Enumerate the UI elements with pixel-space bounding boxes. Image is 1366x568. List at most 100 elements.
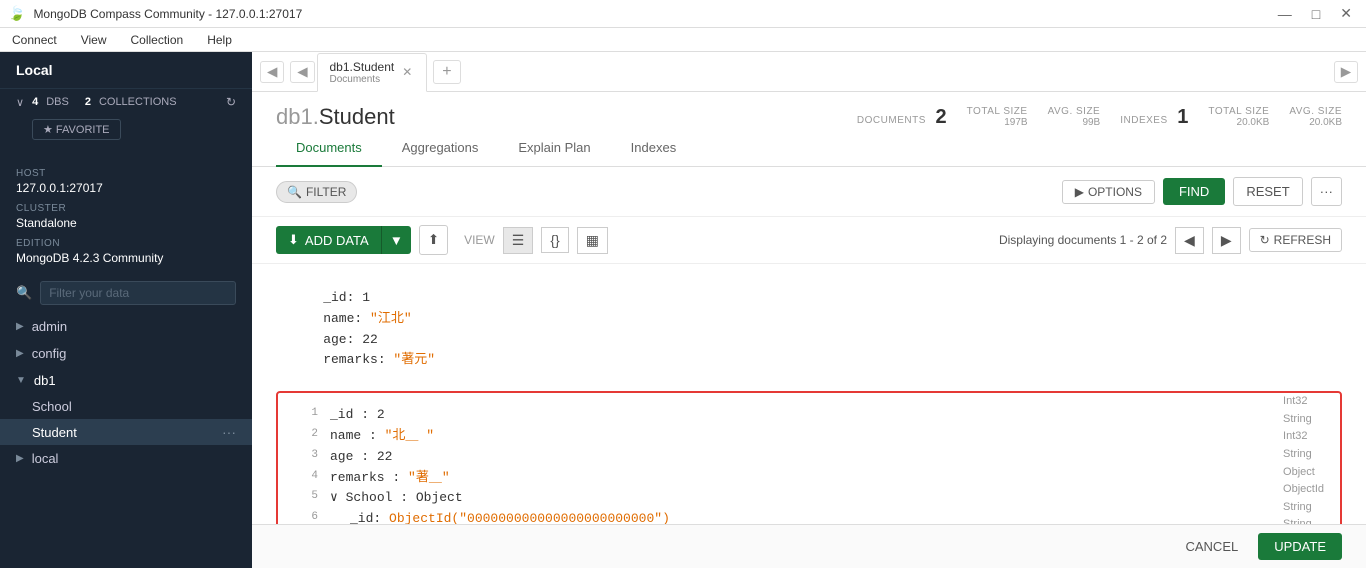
tab-indexes[interactable]: Indexes (611, 130, 697, 167)
indexes-avg-size-stat: AVG. SIZE 20.0KB (1289, 106, 1342, 128)
sidebar-host-info: HOST 127.0.0.1:27017 CLUSTER Standalone … (0, 152, 252, 273)
doc2-field-2: 2 name : "北＿ " (294, 426, 1254, 447)
tab-prev-button[interactable]: ◀ (260, 61, 284, 83)
indexes-total-size-stat: TOTAL SIZE 20.0KB (1208, 106, 1269, 128)
total-size-stat: TOTAL SIZE 197B (967, 106, 1028, 128)
refresh-docs-button[interactable]: ↻ REFRESH (1249, 228, 1342, 252)
app-icon: 🍃 (8, 5, 25, 22)
tab-subtitle: Documents (330, 74, 395, 85)
chevron-right-icon: ▶ (16, 321, 24, 332)
edition-value: MongoDB 4.2.3 Community (16, 251, 236, 265)
indexes-count: 1 (1177, 106, 1188, 128)
maximize-button[interactable]: □ (1306, 3, 1326, 24)
avg-size-value: 99B (1048, 117, 1101, 128)
reset-button[interactable]: RESET (1233, 177, 1302, 206)
sidebar-item-db1[interactable]: ▼ db1 (0, 367, 252, 394)
export-button[interactable]: ⬆ (419, 225, 448, 255)
add-data-group: ⬇ ADD DATA ▼ (276, 226, 411, 254)
chevron-right-icon: ▶ (16, 453, 24, 464)
document-2-wrapper: 1 _id : 2 2 name : "北＿ " 3 (276, 391, 1342, 524)
minimize-button[interactable]: — (1272, 3, 1298, 24)
window-controls: — □ ✕ (1272, 3, 1358, 24)
documents-count: 2 (936, 106, 947, 128)
sidebar-stats: ∨ 4 DBS 2 COLLECTIONS ↻ (0, 89, 252, 115)
tab-explain-plan[interactable]: Explain Plan (498, 130, 610, 167)
collection-more-button[interactable]: ··· (222, 424, 236, 440)
view-table-button[interactable]: ▦ (577, 227, 608, 254)
titlebar: 🍃 MongoDB Compass Community - 127.0.0.1:… (0, 0, 1366, 28)
sidebar-collection-student[interactable]: Student ··· (0, 419, 252, 445)
add-data-dropdown-button[interactable]: ▼ (381, 226, 411, 254)
sidebar-title: Local (0, 52, 252, 89)
main-layout: Local ∨ 4 DBS 2 COLLECTIONS ↻ ★ FAVORITE… (0, 52, 1366, 568)
type-column: Int32 String Int32 String Object ObjectI… (1283, 393, 1324, 524)
cluster-value: Standalone (16, 216, 236, 230)
sidebar-item-admin[interactable]: ▶ admin (0, 313, 252, 340)
tab-student[interactable]: db1.Student Documents ✕ (317, 53, 428, 92)
sidebar-item-label: admin (32, 319, 67, 334)
cluster-label: CLUSTER (16, 203, 236, 214)
sidebar-filter: 🔍 (0, 273, 252, 313)
tab-next-button[interactable]: ▶ (1334, 61, 1358, 83)
menu-collection[interactable]: Collection (127, 31, 188, 49)
sidebar-item-label: db1 (34, 373, 56, 388)
menu-view[interactable]: View (77, 31, 111, 49)
filter-label: FILTER (306, 185, 346, 199)
view-label: VIEW (464, 233, 495, 247)
sidebar-item-label: local (32, 451, 59, 466)
options-button[interactable]: ▶ OPTIONS (1062, 180, 1155, 204)
indexes-label: INDEXES (1120, 115, 1167, 126)
tab-close-button[interactable]: ✕ (400, 65, 414, 79)
footer: CANCEL UPDATE (252, 524, 1366, 568)
collection-label: Student (32, 425, 77, 440)
filter-bar: 🔍 FILTER ▶ OPTIONS FIND RESET ··· (252, 167, 1366, 217)
header-stats: DOCUMENTS 2 TOTAL SIZE 197B AVG. SIZE 99… (857, 106, 1342, 129)
window-title: MongoDB Compass Community - 127.0.0.1:27… (33, 7, 1263, 21)
view-list-button[interactable]: ☰ (503, 227, 534, 254)
documents-stat: DOCUMENTS 2 (857, 106, 947, 129)
update-button[interactable]: UPDATE (1258, 533, 1342, 560)
next-page-button[interactable]: ▶ (1212, 227, 1241, 254)
prev-page-button[interactable]: ◀ (1175, 227, 1204, 254)
db-name: db1 (276, 104, 313, 129)
refresh-button[interactable]: ↻ (226, 95, 236, 109)
tab-documents[interactable]: Documents (276, 130, 382, 167)
content-header: db1.Student DOCUMENTS 2 TOTAL SIZE 197B … (252, 92, 1366, 130)
document-2: 1 _id : 2 2 name : "北＿ " 3 (276, 391, 1342, 524)
indexes-avg-size-label: AVG. SIZE (1289, 106, 1342, 117)
db-collection-title: db1.Student (276, 104, 395, 130)
doc2-field-6: 6 _id: ObjectId("00000000000000000000000… (294, 509, 1254, 524)
field-remarks: remarks: "著元" (292, 350, 1326, 371)
tab-aggregations[interactable]: Aggregations (382, 130, 499, 167)
collections-label: COLLECTIONS (99, 96, 177, 108)
tab-back-button[interactable]: ◀ (290, 61, 314, 83)
doc2-field-3: 3 age : 22 (294, 447, 1254, 468)
filter-input[interactable] (40, 281, 236, 305)
collections-count: 2 (85, 96, 91, 108)
menu-help[interactable]: Help (203, 31, 236, 49)
find-button[interactable]: FIND (1163, 178, 1225, 205)
field-id: _id: 1 (292, 288, 1326, 309)
field-age: age: 22 (292, 330, 1326, 351)
content-area: ◀ ◀ db1.Student Documents ✕ + ▶ db1.Stud… (252, 52, 1366, 568)
subnav: Documents Aggregations Explain Plan Inde… (252, 130, 1366, 167)
indexes-stat: INDEXES 1 (1120, 106, 1188, 129)
tab-title: db1.Student (330, 60, 395, 74)
add-data-button[interactable]: ⬇ ADD DATA (276, 226, 381, 254)
sidebar-collection-school[interactable]: School (0, 394, 252, 419)
sidebar-item-config[interactable]: ▶ config (0, 340, 252, 367)
collection-name: Student (319, 104, 395, 129)
close-button[interactable]: ✕ (1334, 3, 1358, 24)
filter-badge[interactable]: 🔍 FILTER (276, 181, 357, 203)
options-arrow-icon: ▶ (1075, 185, 1084, 199)
more-options-button[interactable]: ··· (1311, 177, 1342, 206)
view-json-button[interactable]: {} (541, 227, 568, 253)
download-icon: ⬇ (288, 232, 299, 248)
field-name: name: "江北" (292, 309, 1326, 330)
tab-add-button[interactable]: + (433, 60, 460, 84)
menu-connect[interactable]: Connect (8, 31, 61, 49)
sidebar: Local ∨ 4 DBS 2 COLLECTIONS ↻ ★ FAVORITE… (0, 52, 252, 568)
cancel-button[interactable]: CANCEL (1173, 533, 1250, 560)
favorite-button[interactable]: ★ FAVORITE (32, 119, 121, 140)
sidebar-item-local[interactable]: ▶ local (0, 445, 252, 472)
